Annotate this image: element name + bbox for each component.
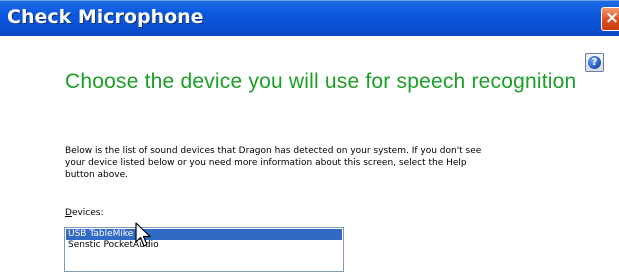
window-title: Check Microphone — [7, 6, 204, 28]
devices-label-text: evices: — [71, 208, 104, 218]
title-bar[interactable]: Check Microphone × — [0, 0, 619, 36]
help-icon: ? — [588, 56, 601, 69]
devices-listbox[interactable]: USB TableMike Senstic PocketAudio — [64, 227, 344, 272]
mouse-pointer-icon — [135, 222, 151, 247]
devices-label: Devices: — [65, 207, 104, 219]
close-button[interactable]: × — [601, 7, 619, 31]
page-heading: Choose the device you will use for speec… — [65, 70, 577, 93]
description-text: Below is the list of sound devices that … — [65, 146, 482, 180]
device-item-senstic-pocketaudio[interactable]: Senstic PocketAudio — [66, 240, 342, 251]
help-button[interactable]: ? — [585, 53, 604, 72]
devices-label-accesskey: D — [65, 208, 72, 218]
close-icon: × — [604, 8, 619, 28]
device-item-usb-tablemike[interactable]: USB TableMike — [66, 229, 342, 240]
